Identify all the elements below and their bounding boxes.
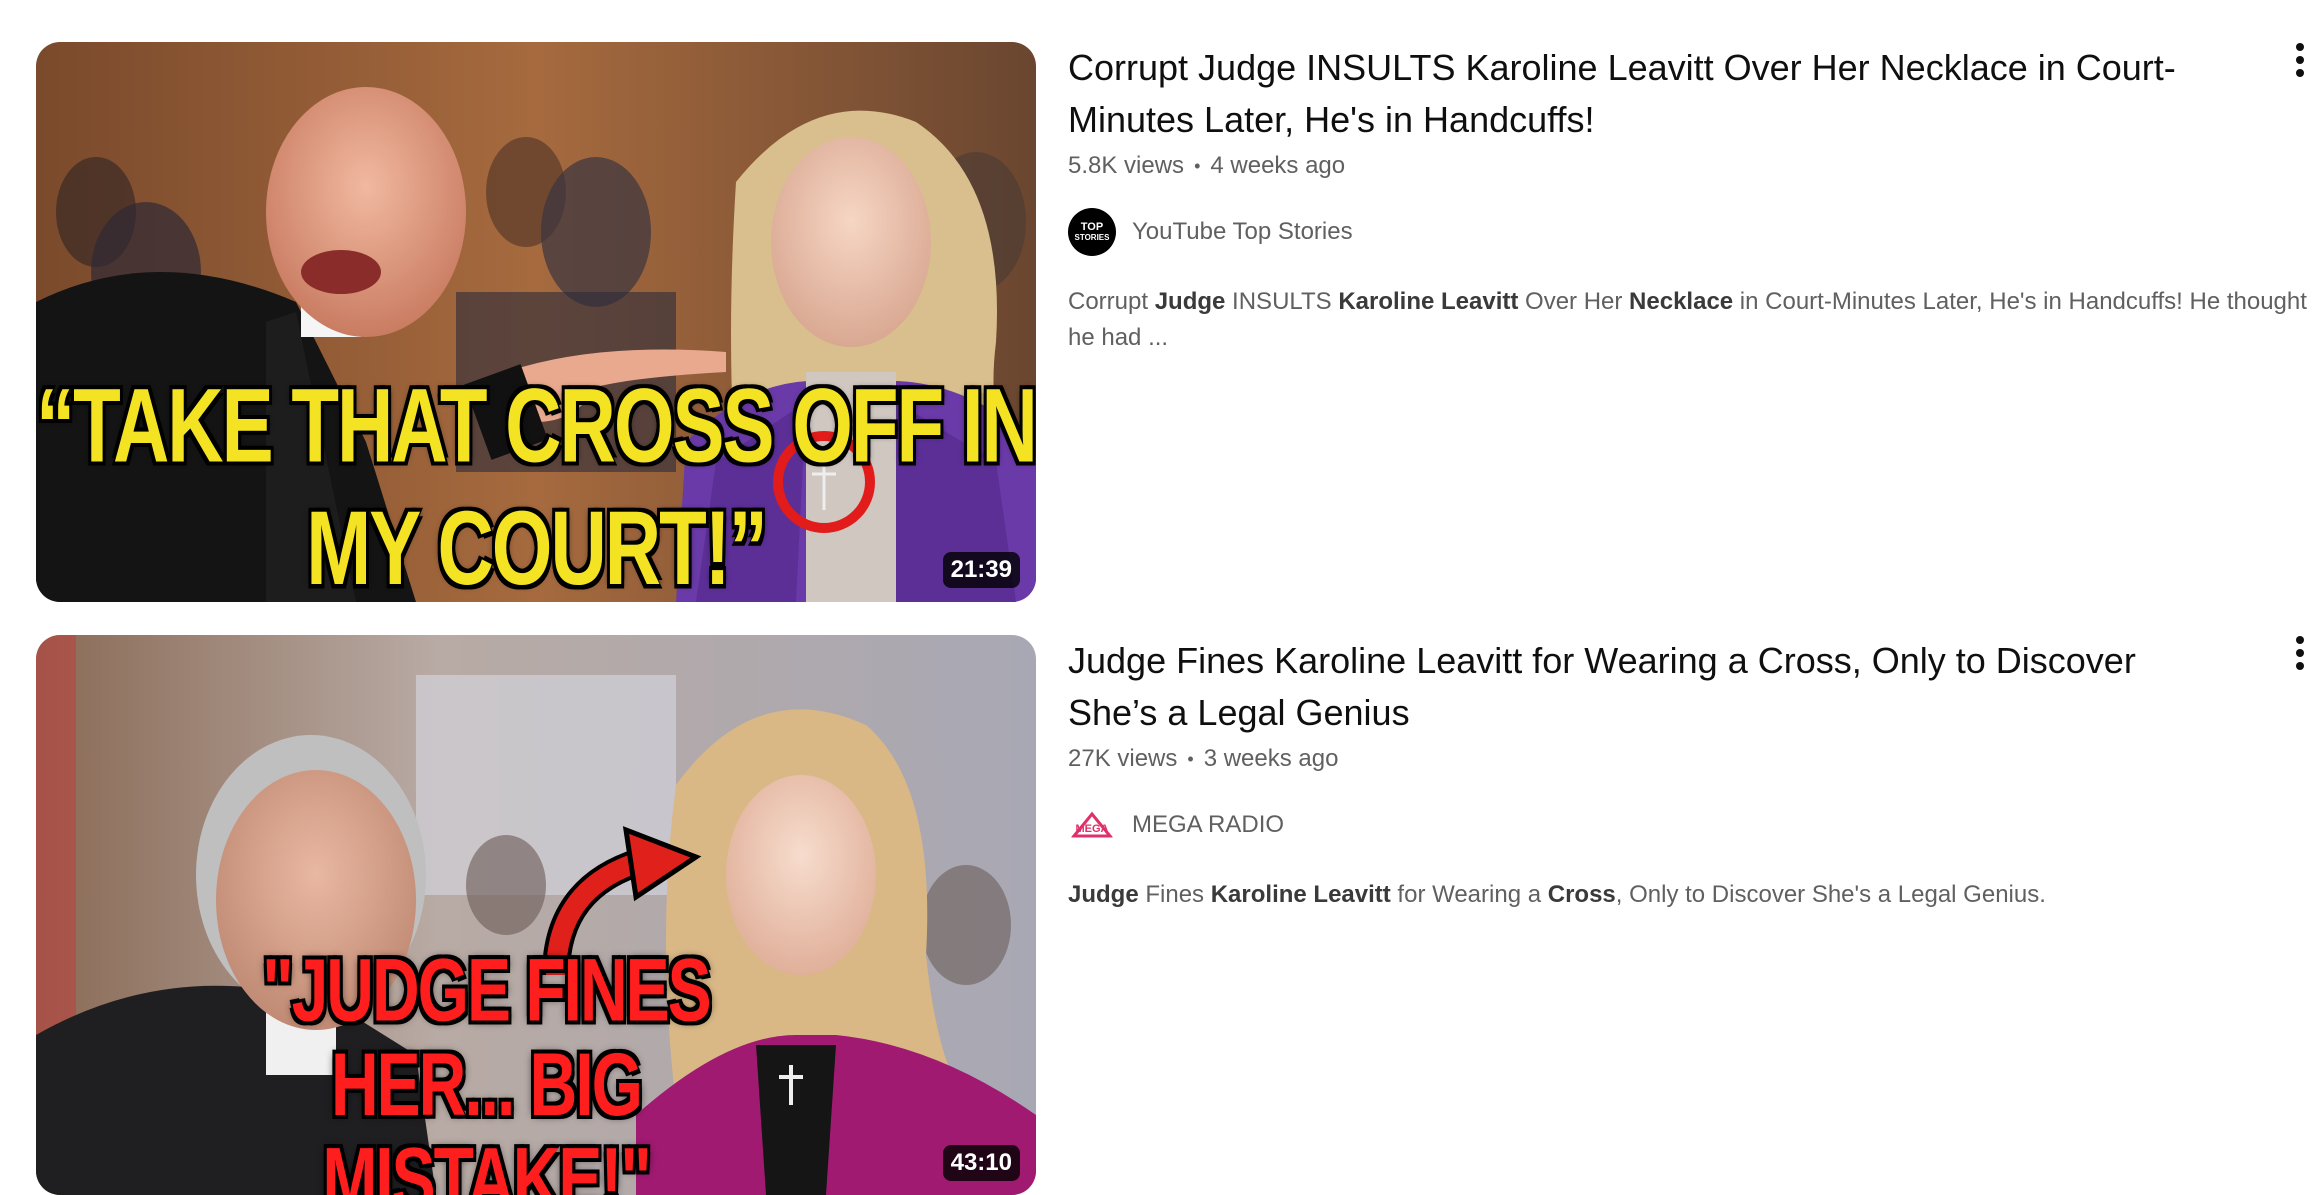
more-actions-button[interactable] (2280, 40, 2320, 80)
view-count: 5.8K views (1068, 152, 1185, 179)
channel-link[interactable]: TOP STORIES YouTube Top Stories (1068, 208, 2308, 256)
separator-dot: • (1194, 155, 1201, 176)
video-thumbnail[interactable]: "JUDGE FINES HER... BIG MISTAKE!" 43:10 (36, 635, 1036, 1195)
channel-name[interactable]: YouTube Top Stories (1132, 218, 1353, 246)
desc-segment: Corrupt (1068, 288, 1155, 315)
desc-segment: , Only to Discover She's a Legal Genius. (1615, 881, 2046, 908)
desc-segment: for Wearing a (1390, 881, 1548, 908)
upload-age: 4 weeks ago (1210, 152, 1346, 179)
duration-badge: 43:10 (942, 1145, 1020, 1181)
more-vert-icon (2296, 636, 2304, 670)
search-results: “TAKE THAT CROSS OFF IN MY COURT!” 21:39… (0, 0, 2324, 1195)
view-count: 27K views (1068, 745, 1178, 772)
avatar-text: MEGA (1076, 823, 1109, 835)
duration-badge: 21:39 (942, 552, 1020, 588)
video-title[interactable]: Corrupt Judge INSULTS Karoline Leavitt O… (1068, 42, 2218, 146)
video-meta: 27K views • 3 weeks ago (1068, 745, 2308, 773)
avatar-text-line: STORIES (1074, 233, 1110, 242)
desc-keyword: Judge (1068, 881, 1139, 908)
video-title[interactable]: Judge Fines Karoline Leavitt for Wearing… (1068, 635, 2218, 739)
more-vert-icon (2296, 43, 2304, 77)
video-thumbnail[interactable]: “TAKE THAT CROSS OFF IN MY COURT!” 21:39 (36, 42, 1036, 602)
desc-keyword: Necklace (1629, 288, 1734, 315)
desc-keyword: Judge (1154, 288, 1226, 315)
channel-avatar[interactable]: TOP STORIES (1068, 208, 1116, 256)
upload-age: 3 weeks ago (1203, 745, 1339, 772)
desc-segment: Fines (1138, 881, 1211, 908)
thumbnail-caption: "JUDGE FINES HER... BIG MISTAKE!" (262, 939, 711, 1195)
desc-segment: Over Her (1518, 288, 1630, 315)
thumbnail-caption: “TAKE THAT CROSS OFF IN MY COURT!” (36, 365, 1036, 603)
video-meta: 5.8K views • 4 weeks ago (1068, 152, 2308, 180)
channel-name[interactable]: MEGA RADIO (1132, 811, 1284, 839)
video-description: Judge Fines Karoline Leavitt for Wearing… (1068, 877, 2308, 913)
mega-radio-logo-icon: MEGA (1070, 811, 1114, 838)
desc-keyword: Karoline Leavitt (1210, 881, 1391, 908)
avatar-text-line: TOP (1080, 221, 1104, 233)
desc-keyword: Cross (1547, 881, 1616, 908)
video-result: "JUDGE FINES HER... BIG MISTAKE!" 43:10 … (0, 593, 2324, 1195)
video-info: Corrupt Judge INSULTS Karoline Leavitt O… (1068, 42, 2308, 356)
separator-dot: • (1187, 748, 1194, 769)
video-result: “TAKE THAT CROSS OFF IN MY COURT!” 21:39… (0, 0, 2324, 602)
channel-avatar[interactable]: MEGA (1068, 801, 1116, 849)
more-actions-button[interactable] (2280, 633, 2320, 673)
video-description: Corrupt Judge INSULTS Karoline Leavitt O… (1068, 284, 2308, 356)
video-info: Judge Fines Karoline Leavitt for Wearing… (1068, 635, 2308, 913)
channel-link[interactable]: MEGA MEGA RADIO (1068, 801, 2308, 849)
desc-keyword: Karoline Leavitt (1338, 288, 1519, 315)
desc-segment: INSULTS (1225, 288, 1339, 315)
